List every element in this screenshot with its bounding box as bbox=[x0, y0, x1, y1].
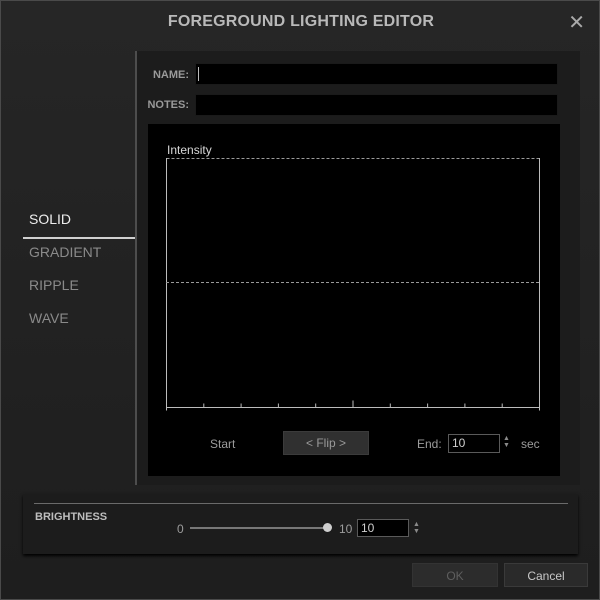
brightness-max-label: 10 bbox=[339, 522, 353, 536]
brightness-spinner[interactable]: ▲ ▼ bbox=[413, 521, 420, 535]
seconds-unit-label: sec bbox=[521, 437, 540, 451]
brightness-input[interactable]: 10 bbox=[357, 519, 409, 537]
notes-field[interactable] bbox=[195, 94, 558, 116]
notes-label: NOTES: bbox=[147, 99, 189, 111]
solid-effect-panel: NAME: NOTES: Intensity Start < Flip > En… bbox=[135, 51, 580, 485]
dialog-title: FOREGROUND LIGHTING EDITOR bbox=[167, 13, 435, 30]
start-label: Start bbox=[210, 437, 236, 451]
lighting-editor-dialog: FOREGROUND LIGHTING EDITOR ✕ SOLID GRADI… bbox=[0, 0, 600, 600]
flip-button[interactable]: < Flip > bbox=[283, 431, 369, 455]
tab-solid[interactable]: SOLID bbox=[23, 206, 135, 239]
brightness-divider bbox=[34, 503, 568, 504]
brightness-panel: BRIGHTNESS 0 10 10 ▲ ▼ bbox=[23, 494, 578, 554]
name-field[interactable] bbox=[195, 63, 558, 85]
brightness-slider-track[interactable] bbox=[190, 527, 328, 529]
tab-ripple[interactable]: RIPPLE bbox=[23, 272, 135, 305]
cancel-button[interactable]: Cancel bbox=[504, 563, 588, 587]
ok-button[interactable]: OK bbox=[412, 563, 498, 587]
intensity-plot bbox=[166, 158, 540, 411]
name-label: NAME: bbox=[152, 69, 189, 81]
brightness-label: BRIGHTNESS bbox=[35, 511, 108, 523]
text-caret bbox=[198, 67, 199, 81]
end-time-spinner[interactable]: ▲ ▼ bbox=[503, 435, 510, 449]
intensity-graph: Intensity Start < Flip > End: 10 ▲ ▼ sec bbox=[148, 124, 560, 476]
brightness-min-label: 0 bbox=[177, 522, 184, 536]
brightness-slider-thumb[interactable] bbox=[323, 523, 332, 532]
tab-gradient[interactable]: GRADIENT bbox=[23, 239, 135, 272]
end-time-input[interactable]: 10 bbox=[448, 434, 500, 453]
effect-tabs: SOLID GRADIENT RIPPLE WAVE bbox=[23, 206, 135, 338]
close-icon[interactable]: ✕ bbox=[568, 11, 585, 35]
time-axis-ticks bbox=[166, 400, 540, 411]
end-label: End: bbox=[417, 437, 442, 451]
tab-wave[interactable]: WAVE bbox=[23, 305, 135, 338]
